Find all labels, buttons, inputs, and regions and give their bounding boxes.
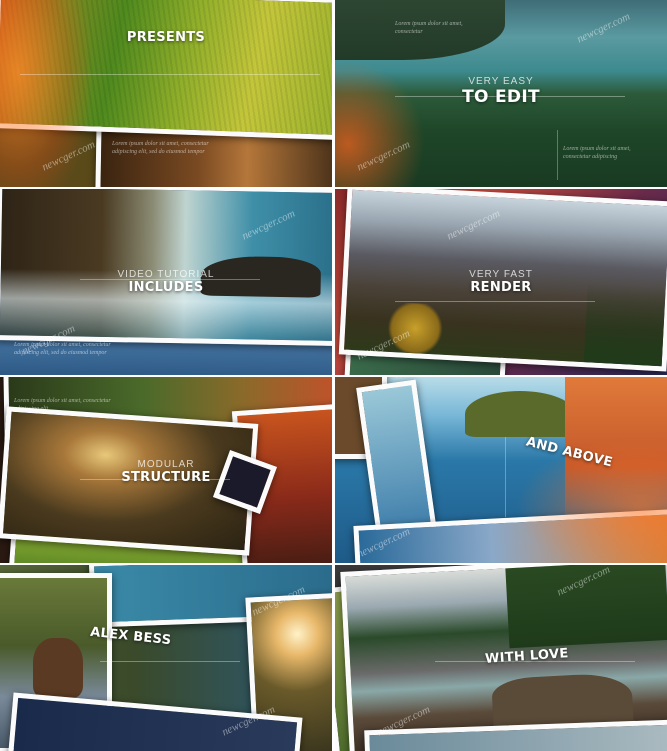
- caption-small: VERY FAST: [469, 269, 533, 280]
- panel-includes: VIDEO TUTORIAL INCLUDES Lorem ipsum dolo…: [0, 189, 332, 375]
- caption-big: TO EDIT: [462, 87, 540, 107]
- panel-to-edit: Lorem ipsum dolor sit amet, consectetur …: [335, 0, 667, 187]
- caption-structure: MODULAR STRUCTURE: [0, 459, 332, 485]
- panel-render: VERY FAST RENDER newcger.com newcger.com: [335, 189, 667, 375]
- caption-big: PRESENTS: [126, 30, 206, 45]
- caption-small: VIDEO TUTORIAL: [117, 269, 215, 280]
- caption-to-edit: VERY EASY TO EDIT: [335, 76, 667, 107]
- caption-big: INCLUDES: [128, 280, 204, 295]
- caption-big: RENDER: [470, 280, 532, 295]
- panel-presents: Lorem ipsum dolor sit amet, consectetur …: [0, 0, 332, 187]
- photo-grassland: [0, 0, 332, 140]
- caption-presents: PRESENTS: [0, 30, 332, 45]
- caption-big: STRUCTURE: [121, 470, 211, 485]
- watermark: newcger.com: [40, 138, 97, 174]
- panel-and-above: AND ABOVE newcger.com: [335, 377, 667, 563]
- caption-small: MODULAR: [137, 459, 195, 470]
- ghost-text: Lorem ipsum dolor sit amet, consectetur …: [112, 141, 209, 155]
- collage-grid: Lorem ipsum dolor sit amet, consectetur …: [0, 0, 667, 751]
- caption-includes: VIDEO TUTORIAL INCLUDES: [0, 269, 332, 295]
- panel-with-love: WITH LOVE newcger.com newcger.com: [335, 565, 667, 751]
- panel-structure: MODULAR STRUCTURE Lorem ipsum dolor sit …: [0, 377, 332, 563]
- caption-small: VERY EASY: [468, 76, 534, 87]
- panel-alex-bess: ALEX BESS newcger.com newcger.com: [0, 565, 332, 751]
- caption-render: VERY FAST RENDER: [335, 269, 667, 295]
